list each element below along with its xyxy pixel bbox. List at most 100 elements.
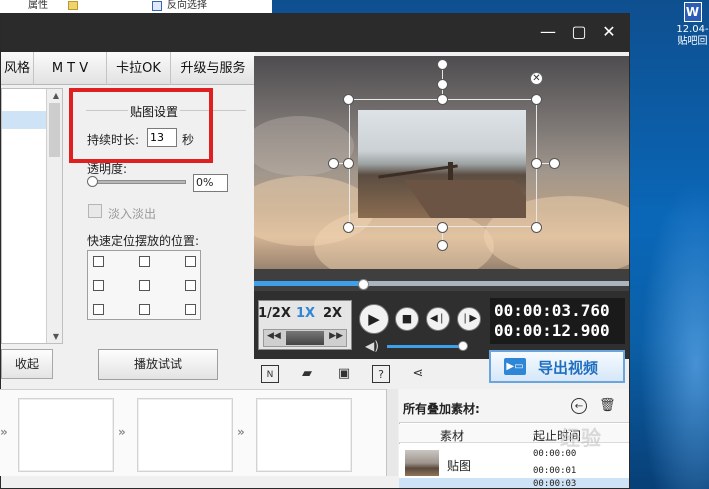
list-scrollbar[interactable]: ▲ ▼ <box>46 89 62 343</box>
export-label: 导出视频 <box>538 359 599 377</box>
timeline-slot[interactable] <box>256 398 352 472</box>
select-icon <box>152 1 162 11</box>
column-material: 素材 <box>440 429 465 443</box>
resize-handle-right-outer[interactable] <box>549 158 560 169</box>
save-icon[interactable]: ▣ <box>335 365 353 383</box>
speed-slider[interactable]: ◀◀ ▶▶ <box>263 329 347 347</box>
word-document-icon: W <box>683 2 702 22</box>
resize-handle-left-outer[interactable] <box>328 158 339 169</box>
opacity-slider-track[interactable] <box>90 180 186 184</box>
resize-handle-top-left[interactable] <box>343 94 354 105</box>
delete-icon[interactable]: 🗑 <box>599 398 616 414</box>
resize-handle-top-right[interactable] <box>531 94 542 105</box>
timeline-slot[interactable] <box>137 398 233 472</box>
material-thumbnail <box>405 450 439 476</box>
back-icon[interactable]: ← <box>571 398 587 414</box>
desktop-icon-label: 12.04- <box>676 24 709 35</box>
position-label: 快速定位摆放的位置: <box>87 234 200 248</box>
timeline-slot[interactable] <box>18 398 114 472</box>
opacity-label: 透明度: <box>87 162 128 176</box>
play-icon[interactable]: ▶ <box>359 304 389 334</box>
explorer-item-properties[interactable]: 属性 <box>28 0 48 12</box>
position-bottom-center[interactable] <box>139 304 150 315</box>
materials-title: 所有叠加素材: <box>403 402 480 416</box>
pier-deck <box>403 180 526 218</box>
sticker-list[interactable]: ▲ ▼ <box>1 88 63 344</box>
explorer-item-invert-selection[interactable]: 反向选择 <box>167 0 207 12</box>
fade-checkbox[interactable] <box>88 204 102 218</box>
checkbox-icon <box>68 1 78 10</box>
resize-handle-right[interactable] <box>531 158 542 169</box>
export-icon: ▶▭ <box>504 358 526 375</box>
highlight-annotation <box>69 88 213 163</box>
current-time: 00:00:03.760 <box>494 301 610 320</box>
resize-handle-bottom[interactable] <box>437 222 448 233</box>
speed-double[interactable]: 2X <box>323 306 342 321</box>
position-middle-right[interactable] <box>185 280 196 291</box>
desktop-wallpaper-glow <box>640 180 709 489</box>
position-top-center[interactable] <box>139 256 150 267</box>
fade-label: 淡入淡出 <box>108 207 157 221</box>
share-icon[interactable]: ⋖ <box>409 365 427 383</box>
material-name: 贴图 <box>447 459 472 473</box>
resize-handle-left[interactable] <box>343 158 354 169</box>
position-top-right[interactable] <box>185 256 196 267</box>
volume-slider[interactable] <box>387 345 463 348</box>
open-folder-icon[interactable]: ▰ <box>298 365 316 383</box>
cloud <box>254 116 354 176</box>
forward-icon[interactable]: ▶▶ <box>329 331 343 341</box>
material-end-time: 00:00:01 <box>533 466 577 476</box>
desktop-word-shortcut[interactable]: W 12.04- 贴吧回 <box>676 0 709 62</box>
scroll-down-icon[interactable]: ▼ <box>53 332 59 341</box>
next-frame-icon[interactable]: ❘▶ <box>457 307 481 331</box>
tab-bar: 风格 M T V 卡拉OK 升级与服务 <box>1 52 255 85</box>
resize-handle-top-outer[interactable] <box>437 79 448 90</box>
volume-icon[interactable]: ◀) <box>365 339 379 353</box>
close-button[interactable]: ✕ <box>596 20 622 44</box>
position-bottom-right[interactable] <box>185 304 196 315</box>
new-icon[interactable]: N <box>261 365 279 383</box>
speed-slider-thumb[interactable] <box>286 331 324 345</box>
position-middle-left[interactable] <box>93 280 104 291</box>
tab-karaoke[interactable]: 卡拉OK <box>107 52 171 85</box>
help-icon[interactable]: ? <box>372 365 390 383</box>
maximize-button[interactable]: ▢ <box>566 20 592 44</box>
sticker-image-pier[interactable] <box>358 110 526 218</box>
prev-frame-icon[interactable]: ◀❘ <box>426 307 450 331</box>
tab-mtv[interactable]: M T V <box>34 52 107 85</box>
chevron-right-icon: » <box>118 425 126 439</box>
material-row-selected[interactable] <box>399 478 629 488</box>
progress-knob[interactable] <box>357 279 369 290</box>
stop-icon[interactable]: ■ <box>395 307 419 331</box>
title-bar[interactable]: — ▢ ✕ <box>1 14 630 52</box>
resize-handle-bottom-left[interactable] <box>343 222 354 233</box>
rewind-icon[interactable]: ◀◀ <box>267 331 281 341</box>
position-bottom-left[interactable] <box>93 304 104 315</box>
pier-rail <box>378 164 458 179</box>
play-try-button[interactable]: 播放试试 <box>98 349 218 380</box>
remove-sticker-icon[interactable]: ✕ <box>530 72 543 85</box>
volume-knob[interactable] <box>458 341 468 351</box>
rotate-handle[interactable] <box>437 59 448 70</box>
resize-handle-bottom-outer[interactable] <box>437 240 448 251</box>
material-row2-start: 00:00:03 <box>533 479 577 489</box>
speed-half[interactable]: 1/2X <box>258 306 291 321</box>
scroll-thumb[interactable] <box>49 103 60 157</box>
list-item-selected[interactable] <box>2 111 46 129</box>
resize-handle-top[interactable] <box>437 94 448 105</box>
tab-upgrade-service[interactable]: 升级与服务 <box>171 52 255 85</box>
position-center[interactable] <box>139 280 150 291</box>
resize-handle-bottom-right[interactable] <box>531 222 542 233</box>
explorer-window-strip: 属性 反向选择 <box>0 0 272 14</box>
tab-style[interactable]: 风格 <box>1 52 34 85</box>
minimize-button[interactable]: — <box>535 20 561 44</box>
opacity-input[interactable]: 0% <box>193 174 228 192</box>
time-display: 00:00:03.760 00:00:12.900 <box>490 298 625 344</box>
speed-normal[interactable]: 1X <box>296 306 315 321</box>
export-video-button[interactable]: ▶▭ 导出视频 <box>489 350 625 383</box>
position-top-left[interactable] <box>93 256 104 267</box>
collapse-button[interactable]: 收起 <box>1 349 53 379</box>
timeline-scrollbar[interactable] <box>386 389 398 476</box>
opacity-slider-knob[interactable] <box>87 176 98 187</box>
scroll-up-icon[interactable]: ▲ <box>53 91 59 100</box>
